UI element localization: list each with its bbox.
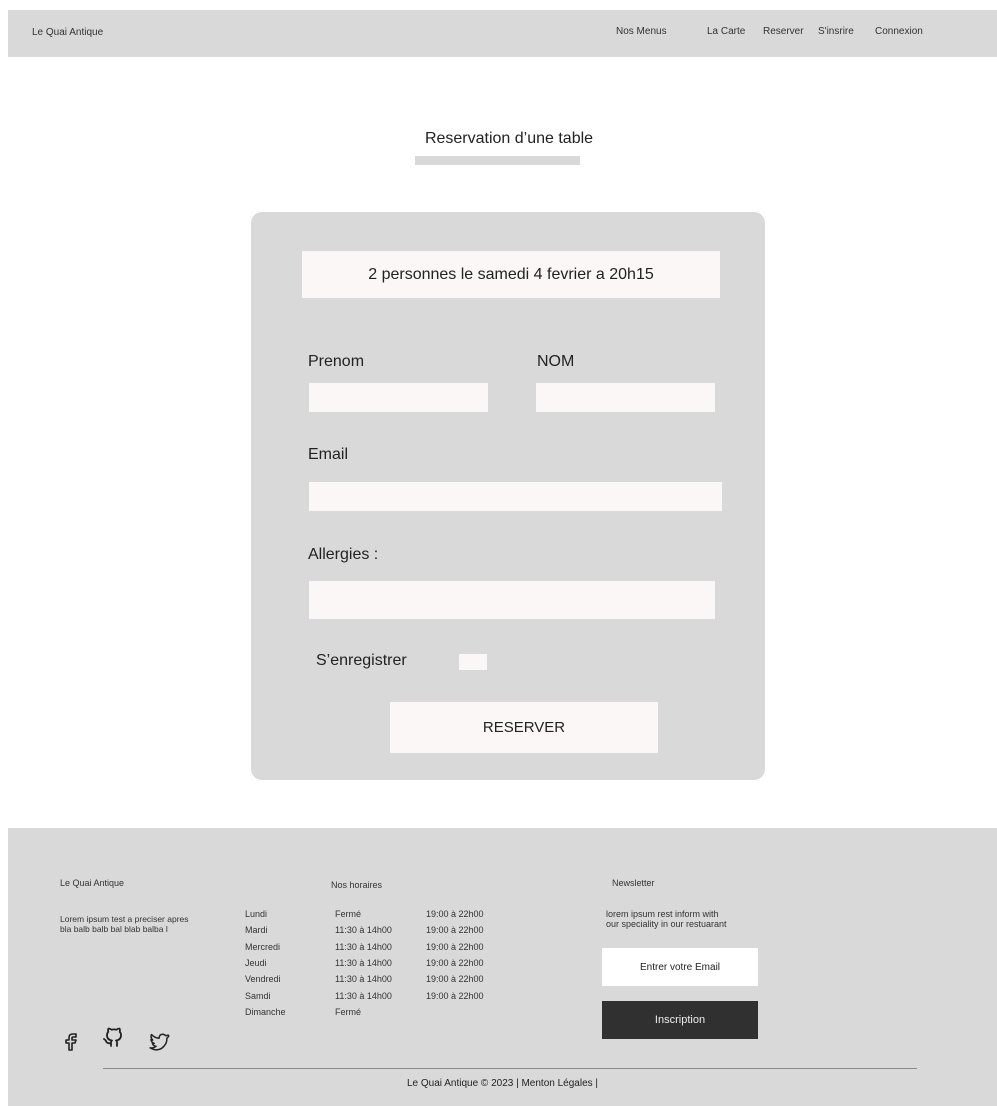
hours-dinner: 19:00 à 22h00 [426, 974, 484, 985]
hours-dinner: 19:00 à 22h00 [426, 909, 484, 919]
prenom-field[interactable] [309, 383, 488, 412]
twitter-icon[interactable] [148, 1030, 170, 1052]
hours-lunch: Fermé [335, 1006, 362, 1017]
hours-dinner: 19:00 à 22h00 [426, 925, 484, 936]
register-checkbox[interactable] [459, 654, 487, 670]
hours-lunch: 11:30 à 14h00 [335, 941, 392, 952]
nom-field[interactable] [536, 383, 715, 412]
register-label: S’enregistrer [316, 652, 407, 669]
hours-day: Dimanche [245, 1006, 286, 1017]
footer: Le Quai Antique Lorem ipsum test a preci… [8, 828, 997, 1106]
hours-dinner: 19:00 à 22h00 [426, 990, 484, 1001]
prenom-label: Prenom [308, 353, 365, 370]
hours-dinner: 19:00 à 22h00 [426, 957, 484, 968]
hours-lunch: 11:30 à 14h00 [335, 974, 392, 985]
nom-label: NOM [537, 353, 575, 370]
footer-description: Lorem ipsum test a preciser apres bla ba… [60, 914, 189, 934]
newsletter-title: Newsletter [612, 878, 655, 888]
hours-lunch: Fermé [335, 909, 362, 919]
hours-day: Samdi [245, 990, 271, 1001]
hours-lunch: 11:30 à 14h00 [335, 990, 392, 1001]
brand-logo[interactable]: Le Quai Antique [32, 27, 103, 38]
nav-connexion[interactable]: Connexion [875, 26, 923, 37]
newsletter-subscribe-button[interactable]: Inscription [602, 1001, 758, 1039]
allergies-label: Allergies : [308, 546, 379, 563]
hours-day: Mardi [245, 925, 268, 936]
github-icon[interactable] [103, 1026, 125, 1048]
nav-sinscrire[interactable]: S'insrire [818, 26, 854, 37]
hours-day: Vendredi [245, 974, 281, 985]
footer-brand: Le Quai Antique [60, 878, 125, 888]
reservation-form-card: 2 personnes le samedi 4 fevrier a 20h15 … [251, 212, 765, 780]
nav-nos-menus[interactable]: Nos Menus [616, 26, 667, 37]
email-label: Email [308, 446, 349, 463]
hours-lunch: 11:30 à 14h00 [335, 957, 392, 968]
copyright-text: Le Quai Antique © 2023 | Menton Légales … [406, 1078, 599, 1089]
newsletter-email-input[interactable] [602, 948, 758, 986]
nav-reserver[interactable]: Reserver [763, 26, 804, 37]
reservation-summary: 2 personnes le samedi 4 fevrier a 20h15 [302, 251, 720, 298]
newsletter-text-2: our speciality in our restuarant [606, 919, 727, 929]
hours-dinner: 19:00 à 22h00 [426, 941, 484, 952]
facebook-icon[interactable] [60, 1030, 82, 1052]
allergies-field[interactable] [309, 581, 715, 619]
reserve-button[interactable]: RESERVER [390, 702, 658, 753]
hours-lunch: 11:30 à 14h00 [335, 925, 392, 936]
title-underline [415, 156, 580, 165]
page-title: Reservation d’une table [424, 130, 594, 147]
footer-divider [103, 1068, 917, 1069]
hours-title: Nos horaires [331, 880, 383, 890]
hours-day: Mercredi [245, 941, 281, 952]
hours-day: Jeudi [245, 957, 267, 968]
nav-la-carte[interactable]: La Carte [707, 26, 745, 37]
email-field[interactable] [309, 482, 722, 511]
hours-day: Lundi [245, 909, 268, 919]
newsletter-text-1: lorem ipsum rest inform with [606, 909, 719, 919]
top-navbar: Le Quai Antique Nos Menus La Carte Reser… [8, 10, 997, 57]
